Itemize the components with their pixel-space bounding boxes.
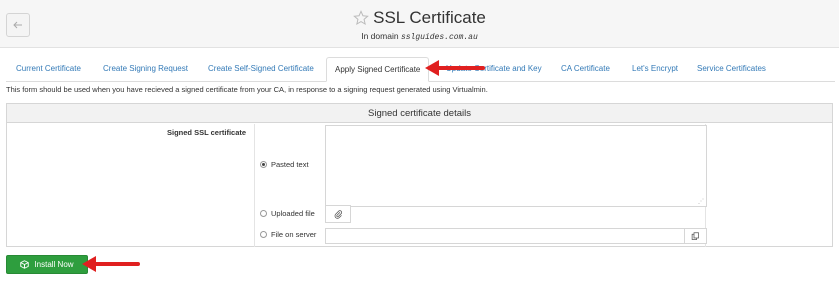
certificate-form-panel: Signed certificate details Signed SSL ce… [6, 103, 833, 247]
tab-ca-certificate[interactable]: CA Certificate [553, 57, 618, 82]
domain-name: sslguides.com.au [400, 33, 478, 42]
option-file-on-server[interactable]: File on server [260, 230, 316, 239]
tab-lets-encrypt[interactable]: Let's Encrypt [624, 57, 686, 82]
subtitle-prefix: In domain [361, 31, 399, 41]
page-title: SSL Certificate [373, 8, 486, 27]
tab-create-signing-request[interactable]: Create Signing Request [95, 57, 196, 82]
radio-file-on-server[interactable] [260, 231, 267, 238]
title-block: SSL Certificate In domain sslguides.com.… [0, 8, 839, 42]
radio-pasted-text[interactable] [260, 161, 267, 168]
install-icon [20, 260, 30, 269]
field-label-signed-certificate: Signed SSL certificate [167, 128, 247, 137]
option-uploaded-file[interactable]: Uploaded file [260, 209, 315, 218]
certificate-textarea[interactable]: ⋰ [325, 125, 707, 207]
divider [254, 124, 255, 247]
tab-bar: Current Certificate Create Signing Reque… [6, 57, 835, 82]
resize-grip-icon[interactable]: ⋰ [698, 198, 704, 205]
install-now-button[interactable]: Install Now [6, 255, 88, 274]
annotation-arrow-install [82, 256, 140, 272]
option-file-on-server-label: File on server [271, 230, 317, 239]
option-pasted-text-label: Pasted text [271, 160, 309, 169]
server-file-path-input[interactable] [325, 228, 685, 244]
form-heading: Signed certificate details [7, 104, 832, 123]
star-icon[interactable] [353, 10, 369, 26]
page-header: SSL Certificate In domain sslguides.com.… [0, 0, 839, 48]
upload-file-button[interactable] [325, 205, 351, 223]
tab-apply-signed-certificate[interactable]: Apply Signed Certificate [326, 57, 430, 82]
page-subtitle: In domain sslguides.com.au [0, 31, 839, 42]
form-description: This form should be used when you have r… [6, 85, 488, 94]
paperclip-icon [334, 209, 342, 219]
tab-current-certificate[interactable]: Current Certificate [8, 57, 89, 82]
radio-uploaded-file[interactable] [260, 210, 267, 217]
annotation-arrow-tab [425, 60, 485, 76]
file-browse-icon [691, 231, 699, 240]
option-uploaded-file-label: Uploaded file [271, 209, 315, 218]
tab-service-certificates[interactable]: Service Certificates [689, 57, 774, 82]
browse-server-file-button[interactable] [684, 228, 707, 244]
tab-create-self-signed-certificate[interactable]: Create Self-Signed Certificate [200, 57, 322, 82]
option-pasted-text[interactable]: Pasted text [260, 160, 309, 169]
install-now-label: Install Now [34, 260, 74, 269]
